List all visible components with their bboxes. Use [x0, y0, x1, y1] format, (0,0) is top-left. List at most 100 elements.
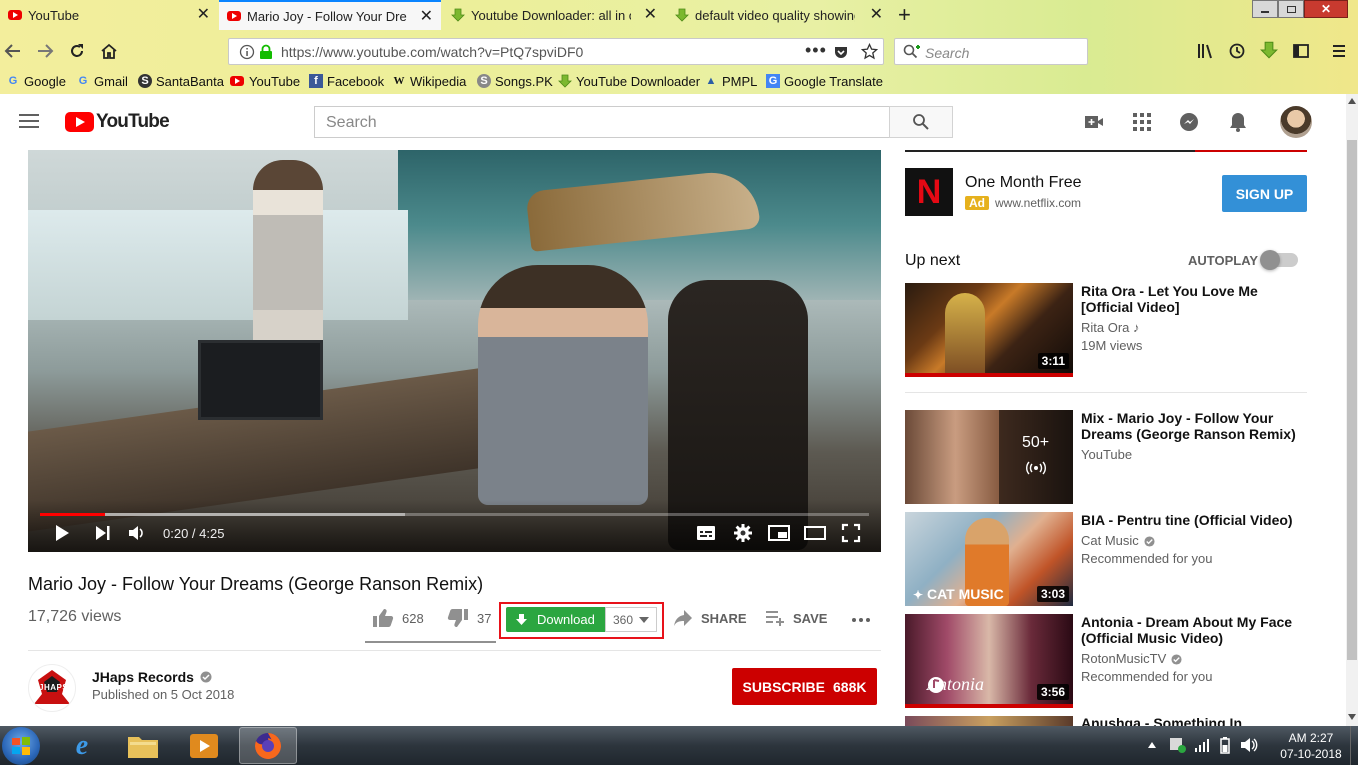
downloader-extension-icon[interactable]	[1260, 40, 1278, 60]
youtube-search-button[interactable]	[889, 106, 953, 138]
settings-gear-icon[interactable]	[733, 523, 753, 543]
share-button[interactable]: SHARE	[673, 609, 747, 627]
next-icon[interactable]	[95, 525, 111, 541]
close-icon[interactable]: ✕	[420, 8, 433, 26]
mix-count: 50+	[1022, 434, 1050, 451]
upnext-thumbnail[interactable]	[905, 716, 1073, 726]
forward-button[interactable]	[34, 40, 56, 62]
taskbar-internet-explorer[interactable]: e	[64, 729, 100, 763]
scrollbar-thumb[interactable]	[1347, 140, 1357, 660]
google-icon: G	[8, 75, 18, 87]
browser-search-bar[interactable]: Search	[894, 38, 1088, 65]
ad-signup-button[interactable]: SIGN UP	[1222, 175, 1307, 212]
network-signal-icon[interactable]	[1194, 737, 1210, 753]
new-tab-button[interactable]: +	[898, 2, 911, 28]
taskbar-media-player[interactable]	[188, 731, 220, 761]
info-icon[interactable]	[239, 44, 255, 60]
upnext-title[interactable]: Anushqa - Something In	[1081, 715, 1301, 726]
hamburger-menu-icon[interactable]	[18, 112, 40, 130]
history-icon[interactable]	[1228, 42, 1246, 60]
like-button[interactable]: 628	[372, 608, 424, 628]
subtitles-icon[interactable]	[696, 524, 716, 542]
scene-man	[478, 265, 648, 505]
scroll-down-arrow-icon[interactable]	[1348, 714, 1356, 720]
bookmark-google-translate[interactable]: G Google Translate	[766, 73, 883, 89]
back-button[interactable]	[2, 40, 24, 62]
close-window-button[interactable]: ✕	[1304, 0, 1348, 18]
restore-button[interactable]	[1278, 0, 1304, 18]
upnext-title[interactable]: BIA - Pentru tine (Official Video)	[1081, 512, 1301, 528]
miniplayer-icon[interactable]	[768, 524, 790, 542]
quality-select[interactable]: 360	[605, 607, 657, 632]
show-desktop-button[interactable]	[1350, 726, 1358, 765]
save-button[interactable]: SAVE	[765, 609, 827, 627]
clock[interactable]: AM 2:27 07-10-2018	[1272, 730, 1350, 762]
page-actions-icon[interactable]: •••	[805, 40, 827, 61]
channel-avatar[interactable]: JHAPS	[28, 664, 76, 712]
create-video-icon[interactable]	[1084, 113, 1104, 131]
volume-tray-icon[interactable]	[1240, 736, 1260, 754]
action-center-icon[interactable]	[1168, 736, 1188, 754]
taskbar-firefox[interactable]	[239, 727, 297, 764]
netflix-logo[interactable]: N	[905, 168, 953, 216]
theater-mode-icon[interactable]	[804, 524, 826, 542]
bookmark-santabanta[interactable]: S SantaBanta	[138, 73, 224, 89]
bookmark-youtube[interactable]: YouTube	[230, 73, 300, 89]
tray-expand-icon[interactable]	[1148, 742, 1156, 748]
subscribe-button[interactable]: SUBSCRIBE 688K	[732, 668, 877, 705]
youtube-logo[interactable]: YouTube	[65, 111, 170, 133]
sidebar-icon[interactable]	[1292, 42, 1310, 60]
download-button[interactable]: Download	[506, 607, 605, 632]
battery-icon[interactable]	[1216, 736, 1234, 754]
menu-icon[interactable]	[1330, 42, 1348, 60]
progress-bar[interactable]	[40, 513, 869, 516]
taskbar-file-explorer[interactable]	[126, 731, 160, 761]
upnext-mix-thumbnail[interactable]: 50+	[905, 410, 1073, 504]
tab-mario-joy[interactable]: Mario Joy - Follow Your Dream ✕	[219, 0, 441, 30]
reload-button[interactable]	[66, 40, 88, 62]
fullscreen-icon[interactable]	[841, 523, 861, 543]
more-actions-icon[interactable]	[851, 617, 871, 623]
bookmark-wikipedia[interactable]: W Wikipedia	[392, 73, 467, 89]
user-avatar[interactable]	[1280, 106, 1312, 138]
upnext-title[interactable]: Antonia - Dream About My Face (Official …	[1081, 614, 1301, 646]
tab-youtube-downloader[interactable]: Youtube Downloader: all in one ✕	[443, 0, 665, 30]
upnext-thumbnail[interactable]: ✦ CAT MUSIC 3:03	[905, 512, 1073, 606]
upnext-title[interactable]: Mix - Mario Joy - Follow Your Dreams (Ge…	[1081, 410, 1301, 442]
start-button[interactable]	[2, 727, 40, 765]
apps-grid-icon[interactable]	[1132, 112, 1152, 132]
bookmark-gmail[interactable]: G Gmail	[76, 73, 128, 89]
bookmark-songspk[interactable]: S Songs.PK	[477, 73, 553, 89]
upnext-thumbnail[interactable]: 3:11	[905, 283, 1073, 377]
minimize-button[interactable]	[1252, 0, 1278, 18]
scroll-up-arrow-icon[interactable]	[1348, 98, 1356, 104]
bookmark-star-icon[interactable]	[861, 43, 878, 60]
notifications-bell-icon[interactable]	[1228, 111, 1248, 133]
upnext-thumbnail[interactable]: Antonia 3:56	[905, 614, 1073, 708]
volume-icon[interactable]	[128, 524, 146, 542]
close-icon[interactable]: ✕	[870, 6, 883, 24]
url-bar[interactable]: https://www.youtube.com/watch?v=PtQ7spvi…	[228, 38, 884, 65]
home-button[interactable]	[98, 40, 120, 62]
autoplay-toggle[interactable]	[1260, 250, 1298, 270]
youtube-search-input[interactable]: Search	[314, 106, 890, 138]
bookmark-google[interactable]: G Google	[6, 73, 66, 89]
library-icon[interactable]	[1196, 42, 1214, 60]
youtube-icon	[230, 76, 244, 86]
bookmark-facebook[interactable]: f Facebook	[309, 73, 384, 89]
upnext-title[interactable]: Rita Ora - Let You Love Me [Official Vid…	[1081, 283, 1301, 315]
pocket-icon[interactable]	[833, 44, 849, 60]
video-player[interactable]: 0:20 / 4:25	[28, 150, 881, 552]
dislike-button[interactable]: 37	[447, 608, 491, 628]
page-scrollbar[interactable]	[1346, 94, 1358, 726]
messages-icon[interactable]	[1179, 112, 1199, 132]
channel-name-link[interactable]: JHaps Records	[92, 669, 212, 685]
tab-youtube[interactable]: YouTube ✕	[0, 0, 218, 30]
close-icon[interactable]: ✕	[197, 6, 210, 24]
play-icon[interactable]	[54, 524, 70, 542]
tab-default-quality[interactable]: default video quality showing 3 ✕	[667, 0, 891, 30]
facebook-icon: f	[309, 74, 323, 88]
close-icon[interactable]: ✕	[644, 6, 657, 24]
bookmark-pmpl[interactable]: ▲ PMPL	[704, 73, 758, 89]
bookmark-youtube-downloader[interactable]: YouTube Downloader	[558, 73, 700, 89]
